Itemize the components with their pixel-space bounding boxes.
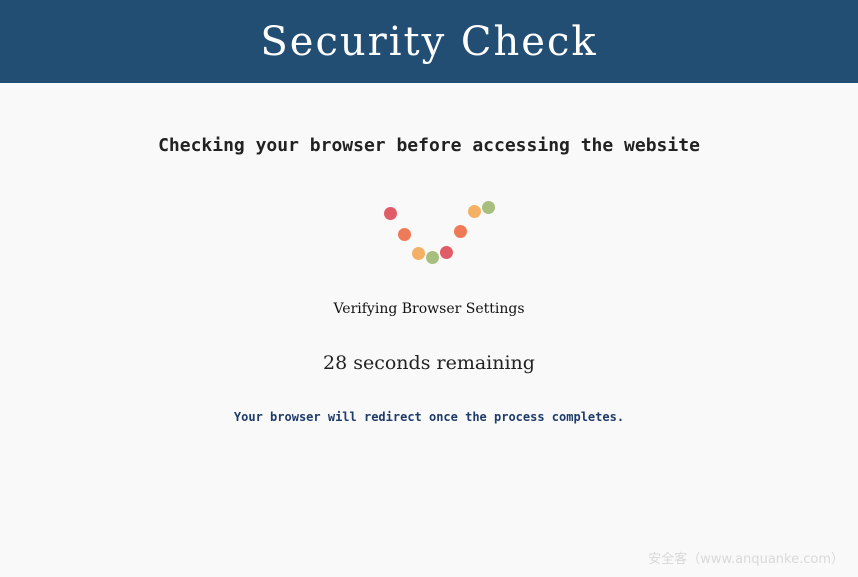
status-text: Verifying Browser Settings (333, 301, 525, 317)
spinner-dot (468, 205, 481, 218)
main-content: Checking your browser before accessing t… (0, 83, 858, 577)
check-subtitle: Checking your browser before accessing t… (158, 135, 700, 156)
spinner-dot (482, 201, 495, 214)
spinner-dot (426, 251, 439, 264)
spinner-dot (454, 225, 467, 238)
header-bar: Security Check (0, 0, 858, 83)
spinner-dot (398, 228, 411, 241)
spinner-dot (440, 246, 453, 259)
redirect-notice: Your browser will redirect once the proc… (233, 410, 625, 424)
spinner-dot (412, 247, 425, 260)
countdown-timer: 28 seconds remaining (323, 352, 535, 374)
watermark: 安全客（www.anquanke.com） (648, 552, 844, 567)
page-title: Security Check (260, 18, 598, 65)
spinner-dot (384, 207, 397, 220)
loading-dots-icon (380, 198, 500, 268)
